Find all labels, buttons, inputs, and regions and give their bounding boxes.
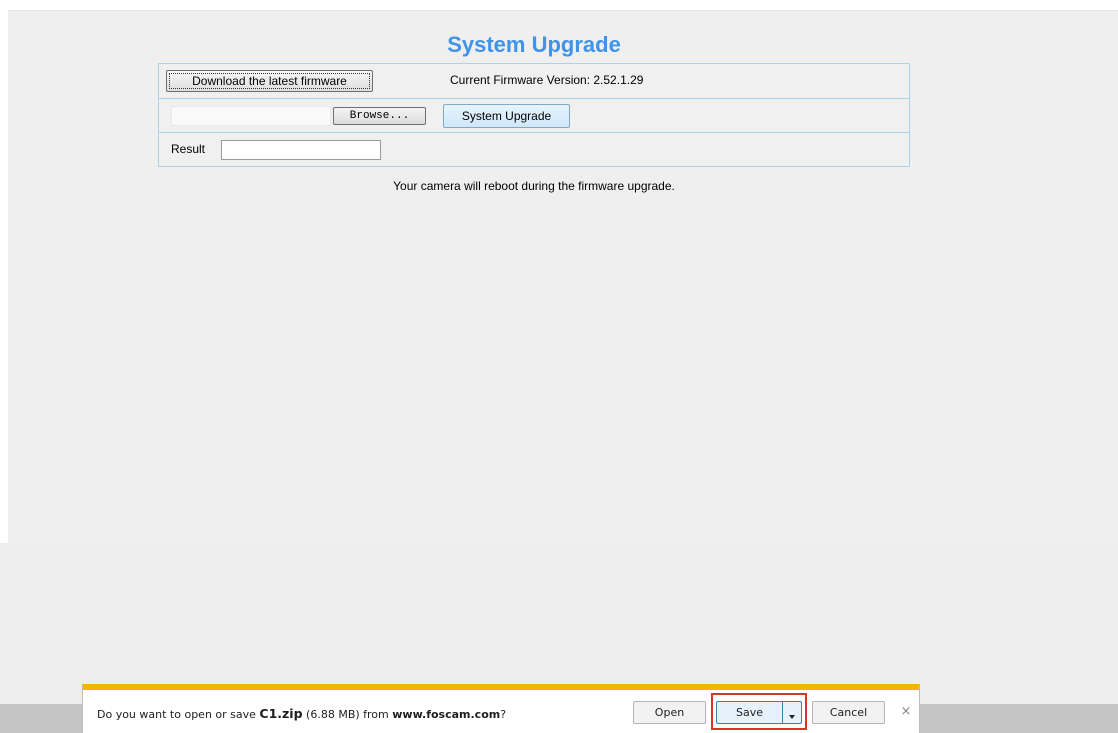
save-button[interactable]: Save bbox=[716, 701, 782, 724]
cancel-button[interactable]: Cancel bbox=[812, 701, 885, 724]
download-prompt-suffix: ? bbox=[500, 708, 507, 721]
page-title: System Upgrade bbox=[447, 32, 621, 57]
system-upgrade-button[interactable]: System Upgrade bbox=[443, 104, 570, 128]
firmware-file-path-field[interactable] bbox=[171, 106, 331, 126]
current-firmware-version: Current Firmware Version: 2.52.1.29 bbox=[450, 73, 644, 87]
firmware-row: Download the latest firmware Current Fir… bbox=[159, 64, 909, 98]
chevron-down-icon bbox=[789, 715, 795, 719]
download-bar-accent bbox=[83, 684, 919, 690]
upgrade-settings-table: Download the latest firmware Current Fir… bbox=[158, 63, 910, 167]
download-notification-bar: Do you want to open or save C1.zip (6.88… bbox=[82, 684, 920, 733]
close-icon[interactable]: × bbox=[899, 703, 913, 721]
download-filename: C1.zip bbox=[259, 706, 303, 721]
result-row: Result bbox=[159, 132, 909, 166]
browse-button[interactable]: Browse... bbox=[333, 107, 426, 125]
open-button[interactable]: Open bbox=[633, 701, 706, 724]
download-site: www.foscam.com bbox=[392, 708, 501, 721]
download-prompt-prefix: Do you want to open or save bbox=[97, 708, 260, 721]
download-latest-firmware-button[interactable]: Download the latest firmware bbox=[166, 70, 373, 92]
save-options-dropdown[interactable] bbox=[782, 701, 802, 724]
upload-row: Browse... System Upgrade bbox=[159, 98, 909, 132]
download-file-size: (6.88 MB) from bbox=[302, 708, 393, 721]
download-prompt: Do you want to open or save C1.zip (6.88… bbox=[97, 706, 506, 721]
reboot-warning: Your camera will reboot during the firmw… bbox=[393, 179, 675, 193]
result-field bbox=[221, 140, 381, 160]
result-label: Result bbox=[171, 142, 206, 156]
